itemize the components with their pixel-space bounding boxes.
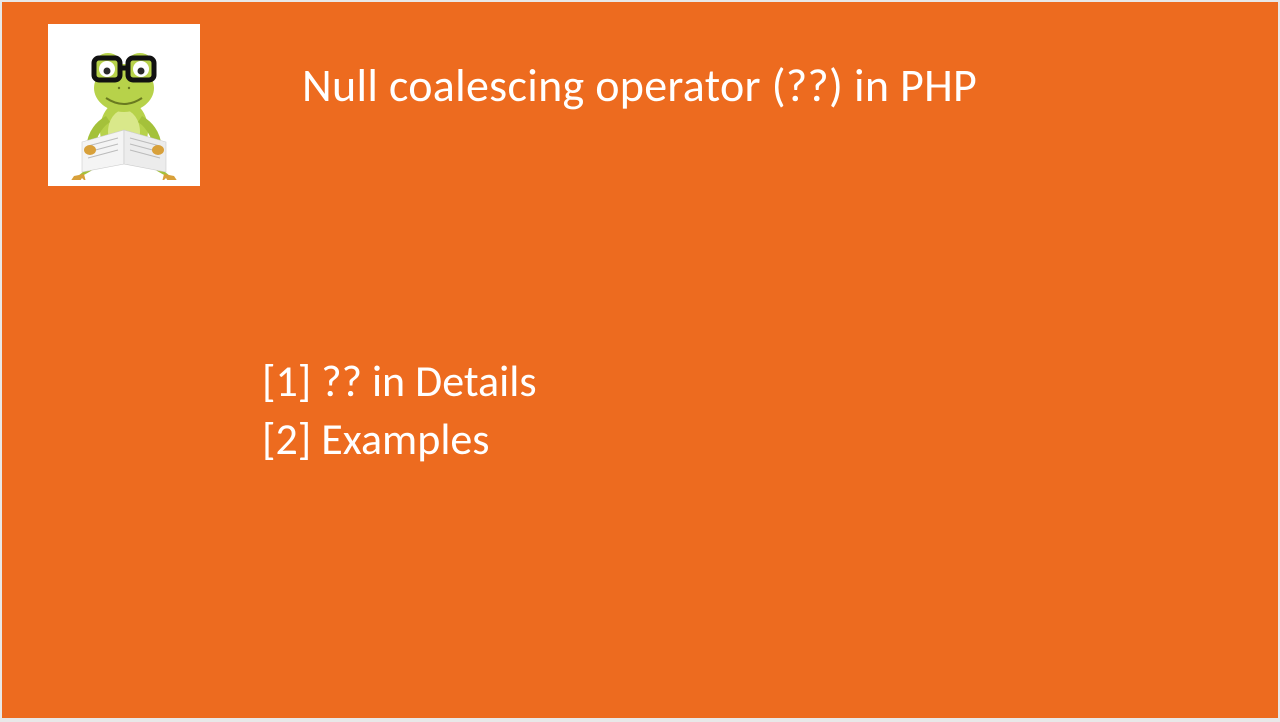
agenda-item-1: [1] ?? in Details <box>262 352 537 410</box>
agenda-list: [1] ?? in Details [2] Examples <box>262 352 537 468</box>
slide-title: Null coalescing operator (??) in PHP <box>302 58 977 114</box>
agenda-item-2: [2] Examples <box>262 410 537 468</box>
frog-reading-icon <box>64 30 184 180</box>
slide: Null coalescing operator (??) in PHP [1]… <box>2 2 1278 718</box>
logo-box <box>48 24 200 186</box>
